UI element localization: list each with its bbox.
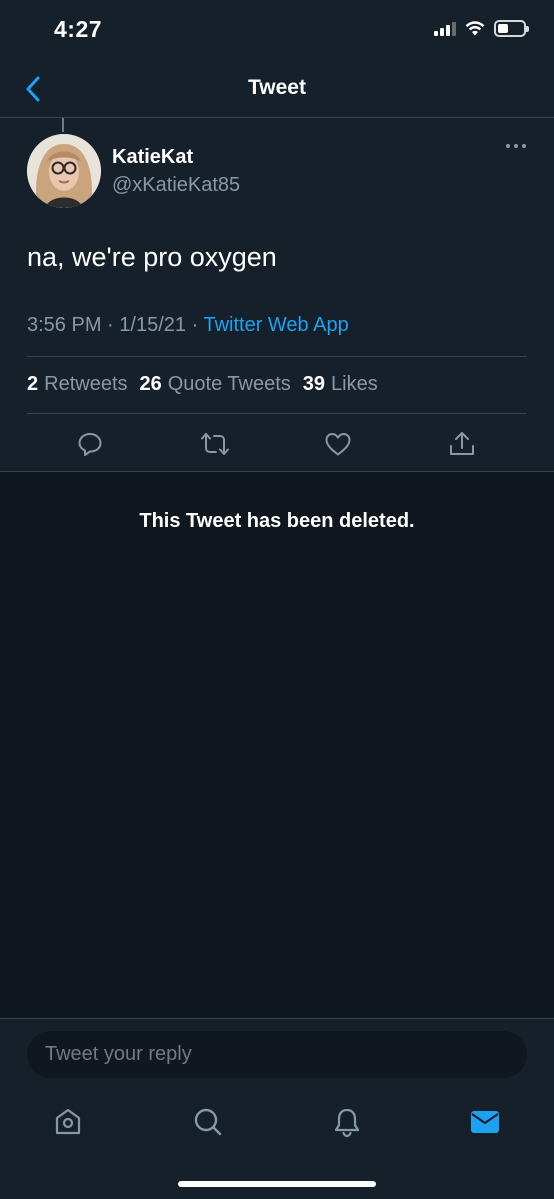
user-handle[interactable]: @xKatieKat85: [112, 174, 240, 197]
tweet-source-link[interactable]: Twitter Web App: [203, 314, 348, 336]
divider: [27, 356, 527, 357]
reply-button[interactable]: [74, 428, 106, 460]
replies-area: This Tweet has been deleted.: [0, 472, 554, 1018]
display-name[interactable]: KatieKat: [112, 146, 193, 169]
quote-tweets-stat[interactable]: 26 Quote Tweets: [140, 373, 291, 396]
tab-notifications[interactable]: [329, 1104, 365, 1140]
tweet-meta: 3:56 PM · 1/15/21 · Twitter Web App: [27, 314, 349, 337]
messages-icon: [471, 1111, 499, 1133]
more-options-button[interactable]: [506, 144, 526, 148]
share-icon: [450, 432, 474, 455]
tab-search[interactable]: [190, 1104, 226, 1140]
reply-icon: [78, 433, 102, 456]
notifications-icon: [334, 1108, 360, 1138]
like-button[interactable]: [322, 428, 354, 460]
retweet-button[interactable]: [199, 428, 231, 460]
more-dot: [522, 144, 526, 148]
status-time: 4:27: [54, 16, 103, 42]
tweet-detail-screen: 4:27 Tweet KatieKat @xKatieKat85 na, we'…: [0, 0, 554, 1199]
tab-bar: [0, 1090, 554, 1199]
like-icon: [325, 433, 351, 456]
avatar-image: [27, 134, 101, 208]
retweets-label: Retweets: [44, 373, 128, 395]
likes-stat[interactable]: 39 Likes: [303, 373, 378, 396]
tweet-actions: [0, 428, 554, 460]
reply-input[interactable]: [27, 1031, 527, 1078]
tweet-date: 1/15/21: [119, 314, 187, 336]
wifi-icon: [465, 21, 485, 36]
reply-bar: [0, 1018, 554, 1090]
tweet: KatieKat @xKatieKat85 na, we're pro oxyg…: [0, 118, 554, 472]
retweets-stat[interactable]: 2 Retweets: [27, 373, 128, 396]
home-icon: [55, 1108, 81, 1135]
status-icons: [434, 20, 529, 37]
quotes-label: Quote Tweets: [167, 373, 291, 395]
likes-count: 39: [302, 373, 326, 395]
status-bar: 4:27: [0, 0, 554, 60]
more-dot: [514, 144, 518, 148]
thread-line: [62, 118, 64, 132]
quotes-count: 26: [139, 373, 162, 395]
battery-icon: [494, 20, 529, 37]
tweet-text: na, we're pro oxygen: [27, 242, 277, 272]
more-dot: [506, 144, 510, 148]
likes-label: Likes: [331, 373, 378, 395]
search-icon: [194, 1108, 222, 1136]
tab-messages[interactable]: [467, 1104, 503, 1140]
home-indicator: [178, 1181, 376, 1187]
meta-separator: ·: [191, 314, 199, 336]
retweets-count: 2: [27, 373, 39, 395]
tab-home[interactable]: [50, 1104, 86, 1140]
nav-header: Tweet: [0, 60, 554, 118]
page-title: Tweet: [248, 76, 306, 99]
divider: [27, 413, 527, 414]
retweet-icon: [201, 433, 229, 455]
cellular-signal-icon: [434, 21, 456, 36]
avatar[interactable]: [27, 134, 101, 208]
share-button[interactable]: [446, 428, 478, 460]
tweet-time: 3:56 PM: [27, 314, 102, 336]
meta-separator: ·: [107, 314, 114, 336]
deleted-tweet-notice: This Tweet has been deleted.: [139, 510, 415, 532]
tweet-stats: 2 Retweets 26 Quote Tweets 39 Likes: [27, 373, 378, 396]
